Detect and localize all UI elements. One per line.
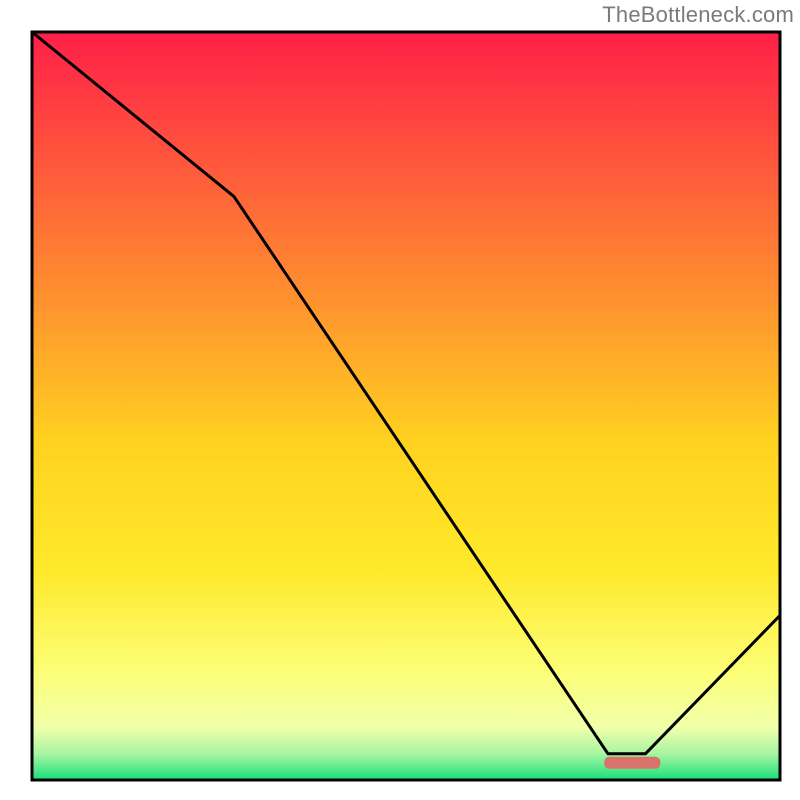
bottleneck-chart <box>0 0 800 800</box>
chart-container: TheBottleneck.com <box>0 0 800 800</box>
plot-area <box>32 32 780 780</box>
gradient-background <box>32 32 780 780</box>
optimal-range-marker <box>604 757 660 769</box>
watermark-text: TheBottleneck.com <box>602 2 794 28</box>
